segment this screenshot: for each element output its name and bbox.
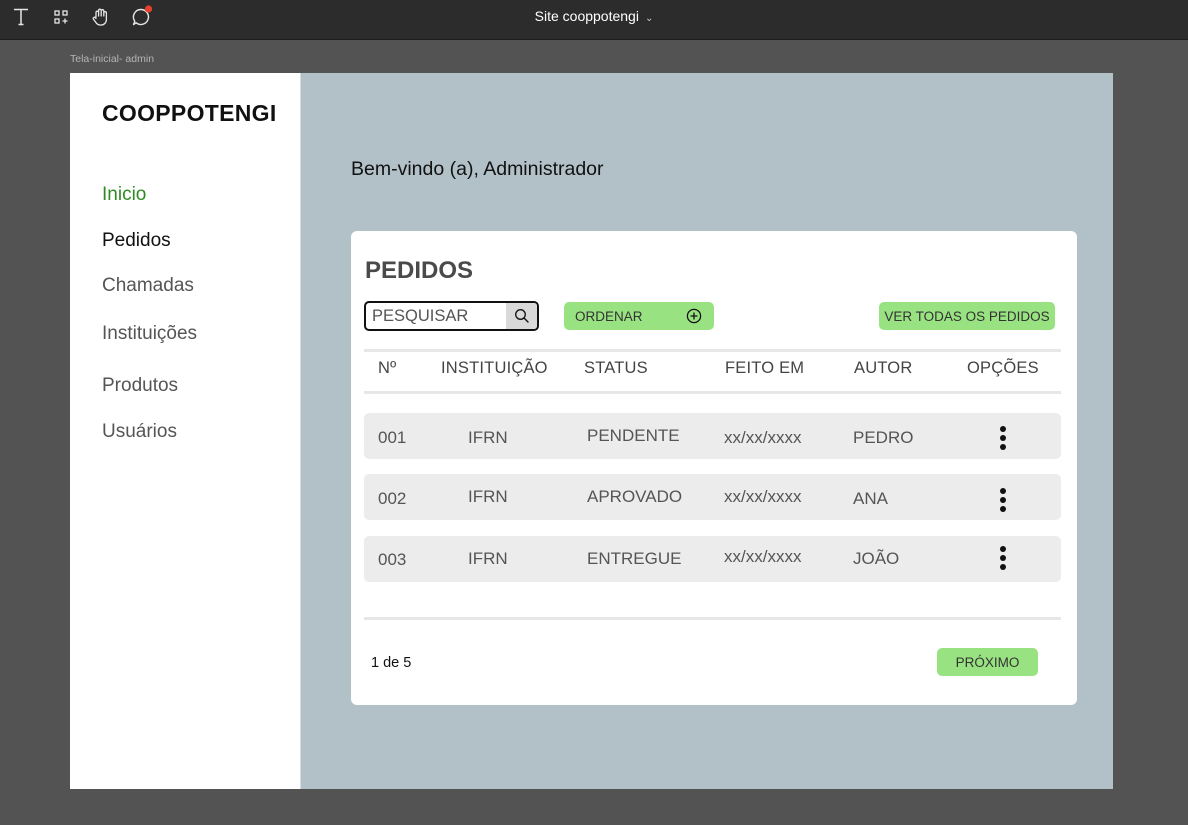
search-input[interactable] [366,303,506,329]
text-tool-icon[interactable] [8,5,34,29]
pagination-text: 1 de 5 [371,655,412,671]
search-icon [514,309,529,323]
row-institution: IFRN [468,487,508,506]
sidebar: COOPPOTENGI Inicio Pedidos Chamadas Inst… [70,73,301,789]
comment-tool-icon[interactable] [129,5,155,29]
search-button[interactable] [506,303,537,329]
row-status: ENTREGUE [587,549,682,568]
table-row[interactable]: 001 IFRN PENDENTE xx/xx/xxxx PEDRO [364,413,1061,459]
header-top-divider [364,349,1061,352]
row-status: APROVADO [587,487,683,506]
row-institution: IFRN [468,428,508,447]
component-tool-icon[interactable] [49,5,75,29]
row-author: JOÃO [853,549,900,568]
sidebar-item-produtos[interactable]: Produtos [102,375,178,397]
view-all-orders-button[interactable]: VER TODAS OS PEDIDOS [879,302,1055,330]
notification-badge [144,5,153,13]
row-date: xx/xx/xxxx [724,487,802,506]
sidebar-item-usuarios[interactable]: Usuários [102,421,177,443]
sidebar-item-instituicoes[interactable]: Instituições [102,323,197,345]
column-header-date: FEITO EM [725,359,805,377]
column-header-status: STATUS [584,359,648,377]
hand-tool-icon[interactable] [88,5,114,29]
sidebar-item-inicio[interactable]: Inicio [102,184,146,206]
footer-divider [364,617,1061,620]
header-bottom-divider [364,391,1061,394]
file-title[interactable]: Site cooppotengi [535,8,639,24]
row-number: 002 [378,489,407,508]
welcome-message: Bem-vindo (a), Administrador [351,158,604,180]
chevron-down-icon[interactable]: ⌄ [645,13,653,24]
orders-card: PEDIDOS ORDENAR VER TODAS OS PEDIDOS Nº … [351,231,1077,705]
editor-toolbar: Site cooppotengi ⌄ [0,0,1188,40]
logo: COOPPOTENGI [102,100,277,126]
row-status: PENDENTE [587,426,680,445]
column-header-institution: INSTITUIÇÃO [441,359,548,377]
row-options-icon[interactable] [997,488,1009,512]
next-page-button[interactable]: PRÓXIMO [937,648,1038,676]
row-options-icon[interactable] [997,546,1009,570]
card-title: PEDIDOS [365,257,474,284]
row-date: xx/xx/xxxx [724,428,802,447]
column-header-number: Nº [378,359,397,377]
sort-label: ORDENAR [575,308,643,324]
row-date: xx/xx/xxxx [724,547,802,566]
admin-home-frame: COOPPOTENGI Inicio Pedidos Chamadas Inst… [70,73,1113,789]
search-box [364,301,539,331]
row-author: PEDRO [853,428,914,447]
plus-circle-icon [686,308,702,324]
frame-label[interactable]: Tela-inicial- admin [70,53,154,65]
column-header-author: AUTOR [854,359,913,377]
table-row[interactable]: 003 IFRN ENTREGUE xx/xx/xxxx JOÃO [364,536,1061,582]
column-header-options: OPÇÕES [967,359,1039,377]
row-options-icon[interactable] [997,426,1009,450]
table-row[interactable]: 002 IFRN APROVADO xx/xx/xxxx ANA [364,474,1061,520]
sidebar-item-pedidos[interactable]: Pedidos [102,230,171,252]
row-author: ANA [853,489,888,508]
sort-button[interactable]: ORDENAR [564,302,714,330]
sidebar-item-chamadas[interactable]: Chamadas [102,275,194,297]
row-institution: IFRN [468,549,508,568]
row-number: 003 [378,550,407,569]
row-number: 001 [378,428,407,447]
